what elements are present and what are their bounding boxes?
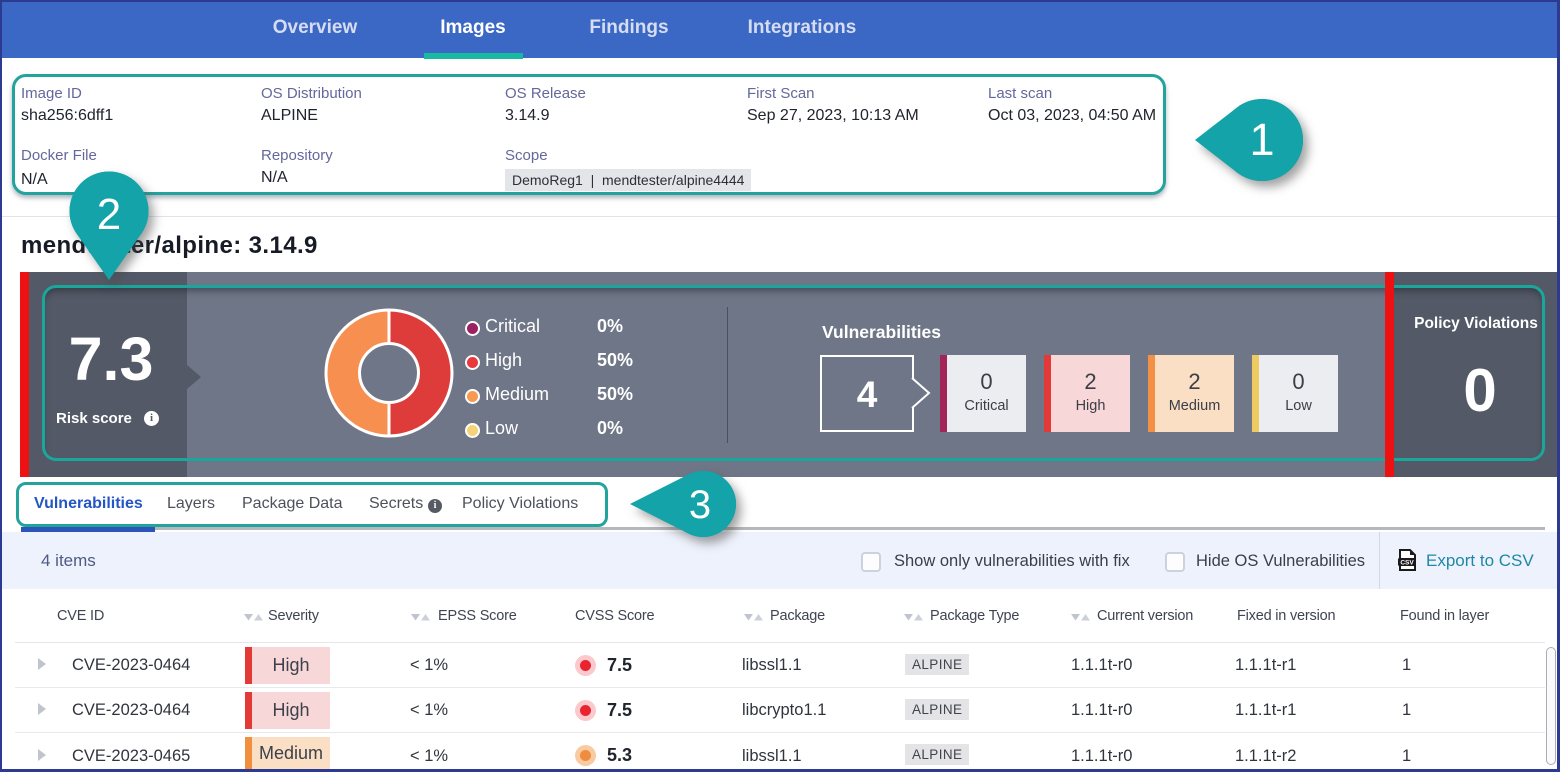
svg-text:2: 2 [97,190,121,239]
svg-text:CSV: CSV [1400,560,1414,567]
svg-text:1: 1 [1249,114,1274,165]
svg-text:3: 3 [689,483,711,527]
